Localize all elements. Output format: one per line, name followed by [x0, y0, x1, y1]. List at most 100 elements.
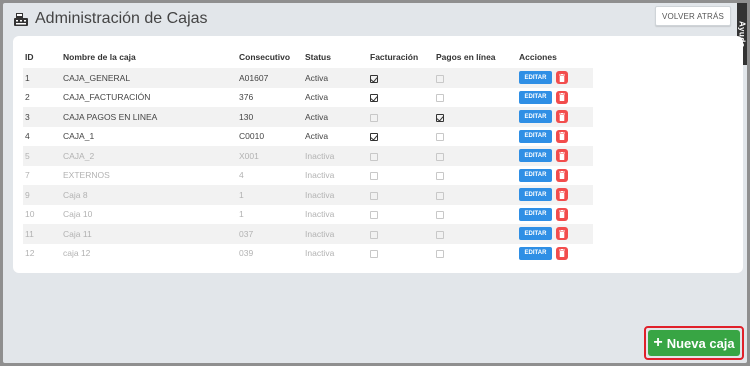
- cajas-table: ID Nombre de la caja Consecutivo Status …: [23, 46, 593, 263]
- table-row: 10 Caja 10 1 Inactiva EDITAR: [23, 205, 593, 225]
- cell-id: 3: [25, 111, 30, 122]
- cell-pagos: [436, 88, 519, 108]
- trash-icon: [559, 132, 565, 141]
- cell-consecutivo: 4: [239, 170, 244, 181]
- column-header-name: Nombre de la caja: [63, 52, 136, 62]
- facturacion-checkbox[interactable]: [370, 211, 378, 219]
- table-header-row: ID Nombre de la caja Consecutivo Status …: [23, 46, 593, 68]
- cell-name: Caja 8: [63, 189, 88, 200]
- pagos-checkbox[interactable]: [436, 250, 444, 258]
- edit-button[interactable]: EDITAR: [519, 188, 552, 202]
- cell-status: Inactiva: [305, 248, 335, 259]
- facturacion-checkbox[interactable]: [370, 113, 378, 122]
- edit-button[interactable]: EDITAR: [519, 207, 552, 221]
- page-title: Administración de Cajas: [35, 10, 208, 27]
- cell-consecutivo: 376: [239, 92, 254, 103]
- table-row: 4 CAJA_1 C0010 Activa EDITAR: [23, 127, 593, 147]
- cell-status: Inactiva: [305, 150, 335, 161]
- column-header-id: ID: [25, 52, 34, 62]
- facturacion-checkbox[interactable]: [370, 74, 378, 83]
- cell-acciones: EDITAR: [519, 88, 593, 108]
- facturacion-checkbox[interactable]: [370, 152, 378, 161]
- facturacion-checkbox[interactable]: [370, 230, 378, 239]
- back-button[interactable]: VOLVER ATRÁS: [655, 6, 731, 26]
- cell-id: 4: [25, 131, 30, 142]
- cell-acciones: EDITAR: [519, 185, 593, 205]
- cell-consecutivo: 130: [239, 111, 254, 122]
- new-caja-button[interactable]: + Nueva caja: [648, 330, 740, 356]
- cell-id: 9: [25, 189, 30, 200]
- pagos-checkbox[interactable]: [436, 133, 444, 141]
- cell-name: caja 12: [63, 248, 91, 259]
- cell-status: Inactiva: [305, 189, 335, 200]
- pagos-checkbox[interactable]: [436, 230, 444, 239]
- cell-acciones: EDITAR: [519, 224, 593, 244]
- cell-pagos: [436, 127, 519, 147]
- table-row: 7 EXTERNOS 4 Inactiva EDITAR: [23, 166, 593, 186]
- cell-name: CAJA PAGOS EN LINEA: [63, 111, 158, 122]
- edit-button[interactable]: EDITAR: [519, 71, 552, 85]
- page-header: Administración de Cajas: [13, 9, 208, 29]
- cell-consecutivo: 1: [239, 209, 244, 220]
- edit-button[interactable]: EDITAR: [519, 110, 552, 124]
- cell-pagos: [436, 185, 519, 205]
- cell-name: Caja 11: [63, 228, 92, 239]
- facturacion-checkbox[interactable]: [370, 250, 378, 258]
- edit-button[interactable]: EDITAR: [519, 129, 552, 143]
- cell-status: Activa: [305, 72, 329, 83]
- cell-status: Activa: [305, 131, 329, 142]
- column-header-acciones: Acciones: [519, 52, 557, 62]
- cell-acciones: EDITAR: [519, 107, 593, 127]
- cell-name: EXTERNOS: [63, 170, 110, 181]
- delete-button[interactable]: [556, 188, 568, 202]
- pagos-checkbox[interactable]: [436, 172, 444, 180]
- table-row: 2 CAJA_FACTURACIÓN 376 Activa EDITAR: [23, 88, 593, 108]
- delete-button[interactable]: [556, 168, 568, 182]
- cell-facturacion: [370, 205, 436, 225]
- pagos-checkbox[interactable]: [436, 152, 444, 161]
- pagos-checkbox[interactable]: [436, 211, 444, 219]
- cell-facturacion: [370, 224, 436, 244]
- cell-pagos: [436, 146, 519, 166]
- pagos-checkbox[interactable]: [436, 191, 444, 200]
- edit-button[interactable]: EDITAR: [519, 227, 552, 241]
- pagos-checkbox[interactable]: [436, 74, 444, 83]
- facturacion-checkbox[interactable]: [370, 133, 378, 141]
- facturacion-checkbox[interactable]: [370, 94, 378, 102]
- cell-name: CAJA_FACTURACIÓN: [63, 92, 151, 103]
- facturacion-checkbox[interactable]: [370, 191, 378, 200]
- new-caja-label: Nueva caja: [666, 335, 735, 351]
- edit-button[interactable]: EDITAR: [519, 149, 552, 163]
- cell-name: CAJA_2: [63, 150, 95, 161]
- cajas-card: ID Nombre de la caja Consecutivo Status …: [13, 36, 743, 273]
- edit-button[interactable]: EDITAR: [519, 168, 552, 182]
- delete-button[interactable]: [556, 207, 568, 221]
- cell-pagos: [436, 205, 519, 225]
- table-row: 5 CAJA_2 X001 Inactiva EDITAR: [23, 146, 593, 166]
- facturacion-checkbox[interactable]: [370, 172, 378, 180]
- delete-button[interactable]: [556, 149, 568, 163]
- cell-facturacion: [370, 166, 436, 186]
- trash-icon: [559, 229, 565, 238]
- delete-button[interactable]: [556, 110, 568, 124]
- cell-acciones: EDITAR: [519, 166, 593, 186]
- edit-button[interactable]: EDITAR: [519, 246, 552, 260]
- cell-consecutivo: 039: [239, 248, 254, 259]
- cell-status: Inactiva: [305, 170, 335, 181]
- cell-facturacion: [370, 88, 436, 108]
- cell-pagos: [436, 224, 519, 244]
- delete-button[interactable]: [556, 71, 568, 85]
- delete-button[interactable]: [556, 129, 568, 143]
- delete-button[interactable]: [556, 90, 568, 104]
- delete-button[interactable]: [556, 227, 568, 241]
- cell-facturacion: [370, 244, 436, 264]
- edit-button[interactable]: EDITAR: [519, 90, 552, 104]
- cell-facturacion: [370, 68, 436, 88]
- delete-button[interactable]: [556, 246, 568, 260]
- cell-id: 12: [25, 248, 35, 259]
- pagos-checkbox[interactable]: [436, 94, 444, 102]
- pagos-checkbox[interactable]: [436, 113, 444, 122]
- table-row: 1 CAJA_GENERAL A01607 Activa EDITAR: [23, 68, 593, 88]
- table-row: 12 caja 12 039 Inactiva EDITAR: [23, 244, 593, 264]
- cell-id: 7: [25, 170, 30, 181]
